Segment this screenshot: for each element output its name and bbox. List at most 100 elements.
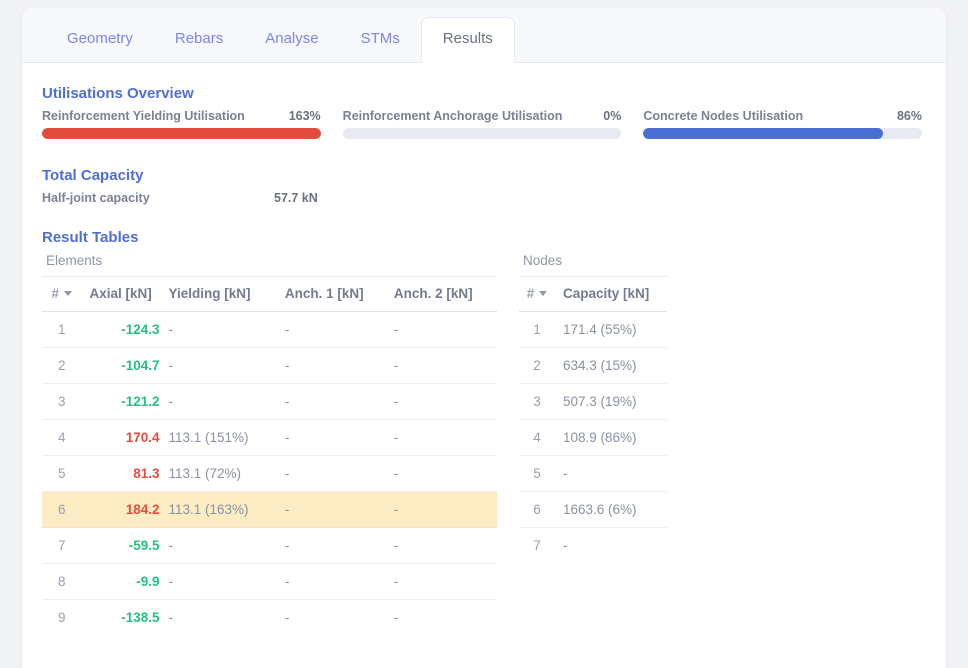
element-anchorage-1: - <box>279 600 388 636</box>
element-axial: -124.3 <box>81 312 162 348</box>
elements-table-block: Elements # Axial [kN] Yielding [kN] Anch… <box>42 253 497 635</box>
element-anchorage-1: - <box>279 564 388 600</box>
utilisation-label: Reinforcement Yielding Utilisation <box>42 109 245 123</box>
utilisation-track <box>42 128 321 139</box>
table-row[interactable]: 9-138.5--- <box>42 600 497 636</box>
tab-analyse[interactable]: Analyse <box>244 31 339 62</box>
element-anchorage-2: - <box>388 456 497 492</box>
element-yielding: - <box>162 348 278 384</box>
elements-table-caption: Elements <box>42 253 497 276</box>
element-yielding: - <box>162 528 278 564</box>
table-row[interactable]: 8-9.9--- <box>42 564 497 600</box>
nodes-table-head: # Capacity [kN] <box>519 277 667 312</box>
element-index: 4 <box>42 420 81 456</box>
utilisation-value: 0% <box>603 109 621 123</box>
elements-col-anchorage-1[interactable]: Anch. 1 [kN] <box>279 277 388 312</box>
table-row[interactable]: 1-124.3--- <box>42 312 497 348</box>
half-joint-capacity-label: Half-joint capacity <box>42 191 274 205</box>
tab-stms[interactable]: STMs <box>340 31 421 62</box>
utilisation-item: Reinforcement Yielding Utilisation 163% <box>42 109 321 139</box>
utilisation-track <box>343 128 622 139</box>
node-capacity: 634.3 (15%) <box>555 348 667 384</box>
table-row[interactable]: 2634.3 (15%) <box>519 348 667 384</box>
result-tables-section: Result Tables Elements # Axial [kN] Yiel… <box>42 229 922 635</box>
element-anchorage-2: - <box>388 348 497 384</box>
element-axial: -104.7 <box>81 348 162 384</box>
element-axial: 184.2 <box>81 492 162 528</box>
tab-rebars[interactable]: Rebars <box>154 31 244 62</box>
table-row[interactable]: 61663.6 (6%) <box>519 492 667 528</box>
table-row[interactable]: 3507.3 (19%) <box>519 384 667 420</box>
tab-results[interactable]: Results <box>421 17 515 63</box>
node-capacity: - <box>555 528 667 564</box>
element-axial: -9.9 <box>81 564 162 600</box>
node-index: 3 <box>519 384 555 420</box>
element-axial: -121.2 <box>81 384 162 420</box>
results-content: Utilisations Overview Reinforcement Yiel… <box>22 63 946 635</box>
table-row[interactable]: 4108.9 (86%) <box>519 420 667 456</box>
nodes-col-capacity[interactable]: Capacity [kN] <box>555 277 667 312</box>
element-anchorage-2: - <box>388 384 497 420</box>
node-capacity: - <box>555 456 667 492</box>
elements-col-anchorage-2[interactable]: Anch. 2 [kN] <box>388 277 497 312</box>
node-index: 6 <box>519 492 555 528</box>
elements-col-yielding[interactable]: Yielding [kN] <box>162 277 278 312</box>
result-tables-title: Result Tables <box>42 229 922 246</box>
table-row[interactable]: 7- <box>519 528 667 564</box>
element-yielding: 113.1 (151%) <box>162 420 278 456</box>
element-axial: 81.3 <box>81 456 162 492</box>
element-yielding: - <box>162 564 278 600</box>
element-anchorage-1: - <box>279 384 388 420</box>
utilisation-header: Reinforcement Anchorage Utilisation0% <box>343 109 622 123</box>
total-capacity-section: Total Capacity Half-joint capacity 57.7 … <box>42 167 922 205</box>
table-row[interactable]: 581.3113.1 (72%)-- <box>42 456 497 492</box>
nodes-table-block: Nodes # Capacity [kN] 1171.4 (55%)2634.3… <box>519 253 667 635</box>
element-yielding: - <box>162 312 278 348</box>
table-row[interactable]: 4170.4113.1 (151%)-- <box>42 420 497 456</box>
elements-table-body: 1-124.3---2-104.7---3-121.2---4170.4113.… <box>42 312 497 636</box>
sort-descending-icon[interactable] <box>539 291 547 296</box>
node-index: 4 <box>519 420 555 456</box>
node-capacity: 171.4 (55%) <box>555 312 667 348</box>
elements-header-row: # Axial [kN] Yielding [kN] Anch. 1 [kN] … <box>42 277 497 312</box>
elements-table: # Axial [kN] Yielding [kN] Anch. 1 [kN] … <box>42 276 497 635</box>
elements-table-head: # Axial [kN] Yielding [kN] Anch. 1 [kN] … <box>42 277 497 312</box>
utilisation-fill <box>42 128 321 139</box>
node-capacity: 507.3 (19%) <box>555 384 667 420</box>
nodes-table: # Capacity [kN] 1171.4 (55%)2634.3 (15%)… <box>519 276 667 563</box>
half-joint-capacity-row: Half-joint capacity 57.7 kN <box>42 191 922 205</box>
nodes-header-row: # Capacity [kN] <box>519 277 667 312</box>
tab-bar: GeometryRebarsAnalyseSTMsResults <box>22 8 946 63</box>
element-anchorage-2: - <box>388 600 497 636</box>
utilisation-value: 163% <box>289 109 321 123</box>
table-row[interactable]: 7-59.5--- <box>42 528 497 564</box>
element-anchorage-1: - <box>279 528 388 564</box>
elements-col-axial[interactable]: Axial [kN] <box>81 277 162 312</box>
element-index: 6 <box>42 492 81 528</box>
element-yielding: - <box>162 600 278 636</box>
utilisation-header: Concrete Nodes Utilisation 86% <box>643 109 922 123</box>
utilisation-value: 86% <box>897 109 922 123</box>
sort-descending-icon[interactable] <box>64 291 72 296</box>
tab-geometry[interactable]: Geometry <box>46 31 154 62</box>
tables-container: Elements # Axial [kN] Yielding [kN] Anch… <box>42 253 922 635</box>
element-index: 1 <box>42 312 81 348</box>
table-row[interactable]: 5- <box>519 456 667 492</box>
utilisation-bars: Reinforcement Yielding Utilisation163%Re… <box>42 109 922 139</box>
table-row[interactable]: 2-104.7--- <box>42 348 497 384</box>
utilisation-header: Reinforcement Yielding Utilisation 163% <box>42 109 321 123</box>
elements-col-index[interactable]: # <box>42 277 81 312</box>
nodes-col-index[interactable]: # <box>519 277 555 312</box>
element-axial: -59.5 <box>81 528 162 564</box>
table-row[interactable]: 6184.2113.1 (163%)-- <box>42 492 497 528</box>
element-anchorage-2: - <box>388 528 497 564</box>
table-row[interactable]: 1171.4 (55%) <box>519 312 667 348</box>
half-joint-capacity-value: 57.7 kN <box>274 191 318 205</box>
nodes-col-index-label: # <box>527 286 535 301</box>
table-row[interactable]: 3-121.2--- <box>42 384 497 420</box>
element-index: 9 <box>42 600 81 636</box>
element-anchorage-2: - <box>388 420 497 456</box>
utilisation-label: Concrete Nodes Utilisation <box>643 109 803 123</box>
node-capacity: 108.9 (86%) <box>555 420 667 456</box>
elements-col-index-label: # <box>51 286 59 301</box>
